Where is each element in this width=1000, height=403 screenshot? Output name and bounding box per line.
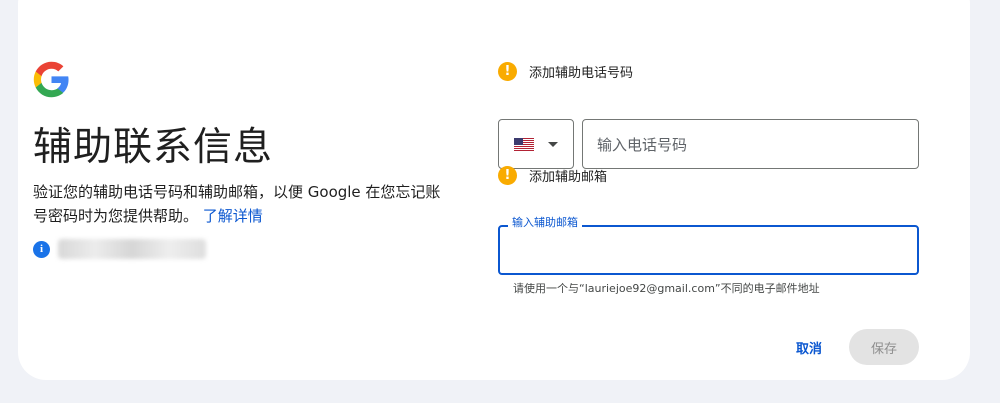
phone-placeholder: 输入电话号码 <box>597 135 688 154</box>
phone-number-input[interactable]: 输入电话号码 <box>582 119 919 169</box>
us-flag-icon <box>514 137 534 151</box>
redacted-account-email <box>58 239 206 259</box>
save-button[interactable]: 保存 <box>849 329 919 365</box>
google-logo-icon <box>33 61 69 98</box>
recovery-email-label: 输入辅助邮箱 <box>508 216 582 230</box>
cancel-button[interactable]: 取消 <box>784 329 834 365</box>
email-helper-text: 请使用一个与“lauriejoe92@gmail.com”不同的电子邮件地址 <box>513 282 820 295</box>
email-section-heading: ! 添加辅助邮箱 <box>498 166 607 185</box>
learn-more-link[interactable]: 了解详情 <box>203 207 263 225</box>
phone-section-heading: ! 添加辅助电话号码 <box>498 62 633 81</box>
page-title: 辅助联系信息 <box>33 125 274 170</box>
email-section-label: 添加辅助邮箱 <box>529 170 608 185</box>
page-description: 验证您的辅助电话号码和辅助邮箱，以便 Google 在您忘记账号密码时为您提供帮… <box>33 180 453 228</box>
account-indicator: i <box>33 238 206 260</box>
warning-icon: ! <box>498 62 517 81</box>
chevron-down-icon <box>548 141 558 147</box>
recovery-email-input[interactable] <box>498 225 919 275</box>
warning-icon: ! <box>498 166 517 185</box>
country-code-select[interactable] <box>498 119 574 169</box>
info-icon: i <box>33 240 50 258</box>
phone-section-label: 添加辅助电话号码 <box>529 66 634 81</box>
